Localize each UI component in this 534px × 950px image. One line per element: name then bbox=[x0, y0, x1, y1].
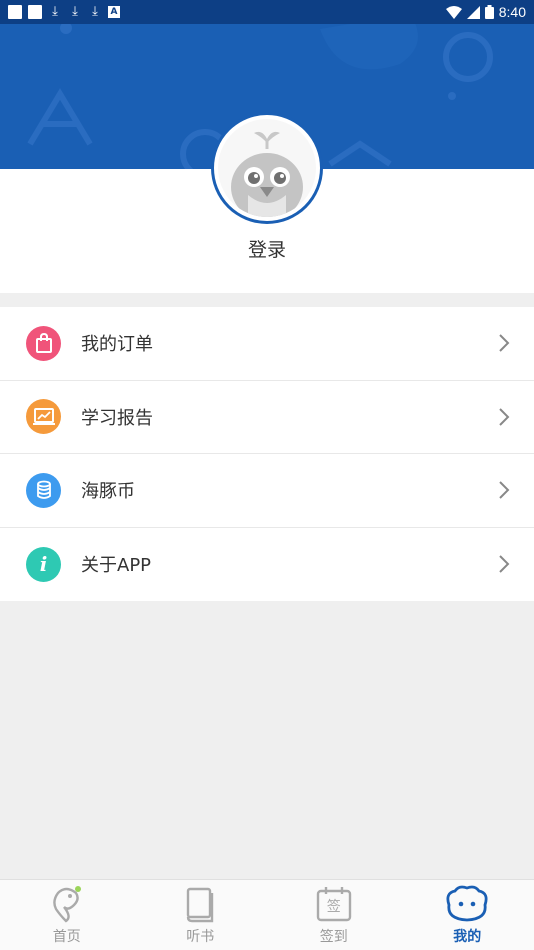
app-notification-icon: A bbox=[108, 6, 120, 18]
tab-label: 我的 bbox=[453, 929, 482, 945]
menu-item-my-orders[interactable]: 我的订单 bbox=[0, 307, 534, 381]
menu-item-dolphin-coins[interactable]: 海豚币 bbox=[0, 454, 534, 528]
tab-label: 听书 bbox=[186, 929, 215, 945]
menu-item-label: 学习报告 bbox=[81, 407, 153, 429]
status-time: 8:40 bbox=[498, 4, 526, 20]
tab-mine[interactable]: 我的 bbox=[401, 880, 534, 950]
info-icon: i bbox=[26, 546, 61, 582]
shopping-bag-icon bbox=[26, 325, 61, 361]
notification-square-icon bbox=[28, 5, 42, 19]
tab-audiobook[interactable]: 听书 bbox=[134, 880, 268, 950]
menu-item-label: 海豚币 bbox=[81, 481, 135, 503]
download-icon: ⤓ bbox=[72, 4, 78, 19]
face-icon bbox=[446, 885, 488, 922]
battery-icon bbox=[484, 5, 494, 19]
menu-item-about-app[interactable]: i 关于APP bbox=[0, 528, 534, 602]
profile-menu-list: 我的订单 学习报告 海豚币 i 关于APP bbox=[0, 307, 534, 601]
bottom-tab-bar: 首页 听书 签 签到 我的 bbox=[0, 879, 534, 950]
chevron-right-icon bbox=[499, 408, 510, 426]
chevron-right-icon bbox=[499, 555, 510, 573]
download-icon: ⤓ bbox=[92, 4, 98, 19]
status-bar: ⤓ ⤓ ⤓ A 8:40 bbox=[0, 0, 534, 24]
menu-item-study-report[interactable]: 学习报告 bbox=[0, 381, 534, 454]
tab-label: 签到 bbox=[319, 929, 348, 945]
chevron-right-icon bbox=[499, 481, 510, 499]
menu-item-label: 关于APP bbox=[81, 555, 152, 577]
wifi-icon bbox=[445, 5, 462, 19]
default-avatar-icon bbox=[218, 119, 316, 217]
notification-square-icon bbox=[8, 5, 22, 19]
chevron-right-icon bbox=[499, 334, 510, 352]
signal-icon bbox=[466, 5, 480, 19]
tab-label: 首页 bbox=[52, 929, 81, 945]
login-button[interactable]: 登录 bbox=[0, 235, 534, 262]
download-icon: ⤓ bbox=[52, 4, 58, 19]
dolphin-icon bbox=[52, 886, 81, 923]
report-chart-icon bbox=[26, 399, 61, 435]
tab-check-in[interactable]: 签 签到 bbox=[267, 880, 401, 950]
menu-item-label: 我的订单 bbox=[81, 334, 153, 356]
avatar[interactable] bbox=[211, 112, 323, 224]
coin-stack-icon bbox=[26, 472, 61, 508]
tab-home[interactable]: 首页 bbox=[0, 880, 134, 950]
book-icon bbox=[187, 887, 214, 923]
